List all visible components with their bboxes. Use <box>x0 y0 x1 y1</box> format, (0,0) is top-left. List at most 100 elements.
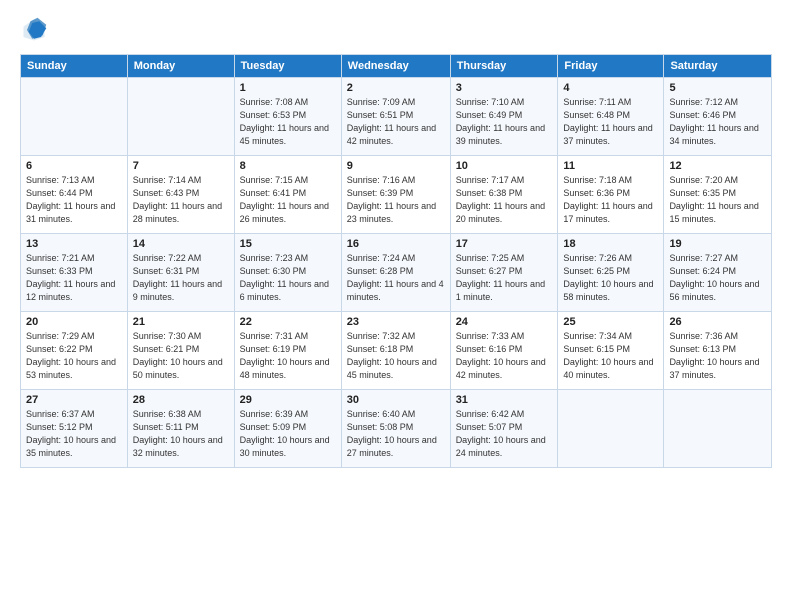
day-info: Sunrise: 6:38 AM Sunset: 5:11 PM Dayligh… <box>133 408 229 460</box>
calendar-cell <box>127 78 234 156</box>
day-number: 15 <box>240 238 336 250</box>
calendar-week-row: 13Sunrise: 7:21 AM Sunset: 6:33 PM Dayli… <box>21 234 772 312</box>
calendar-cell: 23 Sunrise: 7:32 AM Sunset: 6:18 PM Dayli… <box>341 312 450 390</box>
page: SundayMondayTuesdayWednesdayThursdayFrid… <box>0 0 792 612</box>
calendar-cell: 3 Sunrise: 7:10 AM Sunset: 6:49 PM Daylig… <box>450 78 558 156</box>
day-info: Sunrise: 7:13 AM Sunset: 6:44 PM Dayligh… <box>26 174 122 226</box>
calendar-cell: 26 Sunrise: 7:36 AM Sunset: 6:13 PM Dayli… <box>664 312 772 390</box>
calendar-cell <box>21 78 128 156</box>
day-number: 22 <box>240 316 336 328</box>
day-number: 30 <box>347 394 445 406</box>
calendar-cell: 17 Sunrise: 7:25 AM Sunset: 6:27 PM Dayli… <box>450 234 558 312</box>
calendar-cell: 12 Sunrise: 7:20 AM Sunset: 6:35 PM Dayli… <box>664 156 772 234</box>
day-info: Sunrise: 7:34 AM Sunset: 6:15 PM Dayligh… <box>563 330 658 382</box>
day-number: 23 <box>347 316 445 328</box>
day-number: 4 <box>563 82 658 94</box>
day-number: 6 <box>26 160 122 172</box>
calendar-week-row: 6 Sunrise: 7:13 AM Sunset: 6:44 PM Daylig… <box>21 156 772 234</box>
day-info: Sunrise: 7:23 AM Sunset: 6:30 PM Dayligh… <box>240 252 336 304</box>
day-number: 17 <box>456 238 553 250</box>
calendar-week-row: 1 Sunrise: 7:08 AM Sunset: 6:53 PM Daylig… <box>21 78 772 156</box>
calendar-cell: 6 Sunrise: 7:13 AM Sunset: 6:44 PM Daylig… <box>21 156 128 234</box>
logo <box>20 16 52 44</box>
calendar-cell: 15 Sunrise: 7:23 AM Sunset: 6:30 PM Dayli… <box>234 234 341 312</box>
calendar-cell: 30 Sunrise: 6:40 AM Sunset: 5:08 PM Dayli… <box>341 390 450 468</box>
calendar-cell: 20Sunrise: 7:29 AM Sunset: 6:22 PM Dayli… <box>21 312 128 390</box>
calendar-cell: 21 Sunrise: 7:30 AM Sunset: 6:21 PM Dayli… <box>127 312 234 390</box>
day-number: 2 <box>347 82 445 94</box>
calendar-cell: 24 Sunrise: 7:33 AM Sunset: 6:16 PM Dayli… <box>450 312 558 390</box>
day-info: Sunrise: 7:26 AM Sunset: 6:25 PM Dayligh… <box>563 252 658 304</box>
day-number: 9 <box>347 160 445 172</box>
day-number: 11 <box>563 160 658 172</box>
calendar-cell: 10 Sunrise: 7:17 AM Sunset: 6:38 PM Dayli… <box>450 156 558 234</box>
day-number: 25 <box>563 316 658 328</box>
day-number: 16 <box>347 238 445 250</box>
day-info: Sunrise: 6:42 AM Sunset: 5:07 PM Dayligh… <box>456 408 553 460</box>
day-number: 27 <box>26 394 122 406</box>
day-number: 18 <box>563 238 658 250</box>
day-number: 24 <box>456 316 553 328</box>
day-number: 10 <box>456 160 553 172</box>
day-info: Sunrise: 7:31 AM Sunset: 6:19 PM Dayligh… <box>240 330 336 382</box>
day-info: Sunrise: 7:08 AM Sunset: 6:53 PM Dayligh… <box>240 96 336 148</box>
day-info: Sunrise: 7:20 AM Sunset: 6:35 PM Dayligh… <box>669 174 766 226</box>
day-info: Sunrise: 7:22 AM Sunset: 6:31 PM Dayligh… <box>133 252 229 304</box>
weekday-header: Saturday <box>664 55 772 78</box>
calendar-cell: 8Sunrise: 7:15 AM Sunset: 6:41 PM Daylig… <box>234 156 341 234</box>
day-info: Sunrise: 7:25 AM Sunset: 6:27 PM Dayligh… <box>456 252 553 304</box>
day-info: Sunrise: 6:37 AM Sunset: 5:12 PM Dayligh… <box>26 408 122 460</box>
logo-icon <box>20 16 48 44</box>
calendar-cell: 22 Sunrise: 7:31 AM Sunset: 6:19 PM Dayli… <box>234 312 341 390</box>
calendar-cell: 18 Sunrise: 7:26 AM Sunset: 6:25 PM Dayli… <box>558 234 664 312</box>
day-info: Sunrise: 6:40 AM Sunset: 5:08 PM Dayligh… <box>347 408 445 460</box>
day-info: Sunrise: 7:12 AM Sunset: 6:46 PM Dayligh… <box>669 96 766 148</box>
day-number: 13 <box>26 238 122 250</box>
calendar-cell: 28Sunrise: 6:38 AM Sunset: 5:11 PM Dayli… <box>127 390 234 468</box>
weekday-header: Tuesday <box>234 55 341 78</box>
day-info: Sunrise: 7:36 AM Sunset: 6:13 PM Dayligh… <box>669 330 766 382</box>
day-info: Sunrise: 7:16 AM Sunset: 6:39 PM Dayligh… <box>347 174 445 226</box>
day-number: 19 <box>669 238 766 250</box>
day-number: 12 <box>669 160 766 172</box>
day-number: 3 <box>456 82 553 94</box>
day-info: Sunrise: 7:33 AM Sunset: 6:16 PM Dayligh… <box>456 330 553 382</box>
day-info: Sunrise: 6:39 AM Sunset: 5:09 PM Dayligh… <box>240 408 336 460</box>
day-info: Sunrise: 7:10 AM Sunset: 6:49 PM Dayligh… <box>456 96 553 148</box>
calendar-cell <box>558 390 664 468</box>
calendar-cell: 19Sunrise: 7:27 AM Sunset: 6:24 PM Dayli… <box>664 234 772 312</box>
day-number: 26 <box>669 316 766 328</box>
calendar-cell: 11 Sunrise: 7:18 AM Sunset: 6:36 PM Dayli… <box>558 156 664 234</box>
calendar-cell <box>664 390 772 468</box>
calendar-cell: 29 Sunrise: 6:39 AM Sunset: 5:09 PM Dayli… <box>234 390 341 468</box>
header-row: SundayMondayTuesdayWednesdayThursdayFrid… <box>21 55 772 78</box>
day-info: Sunrise: 7:24 AM Sunset: 6:28 PM Dayligh… <box>347 252 445 304</box>
calendar-cell: 7 Sunrise: 7:14 AM Sunset: 6:43 PM Daylig… <box>127 156 234 234</box>
calendar-cell: 1 Sunrise: 7:08 AM Sunset: 6:53 PM Daylig… <box>234 78 341 156</box>
calendar-week-row: 20Sunrise: 7:29 AM Sunset: 6:22 PM Dayli… <box>21 312 772 390</box>
day-info: Sunrise: 7:11 AM Sunset: 6:48 PM Dayligh… <box>563 96 658 148</box>
calendar-cell: 2 Sunrise: 7:09 AM Sunset: 6:51 PM Daylig… <box>341 78 450 156</box>
day-info: Sunrise: 7:17 AM Sunset: 6:38 PM Dayligh… <box>456 174 553 226</box>
weekday-header: Monday <box>127 55 234 78</box>
day-number: 8 <box>240 160 336 172</box>
day-number: 31 <box>456 394 553 406</box>
calendar-cell: 5Sunrise: 7:12 AM Sunset: 6:46 PM Daylig… <box>664 78 772 156</box>
day-info: Sunrise: 7:18 AM Sunset: 6:36 PM Dayligh… <box>563 174 658 226</box>
day-info: Sunrise: 7:32 AM Sunset: 6:18 PM Dayligh… <box>347 330 445 382</box>
day-number: 1 <box>240 82 336 94</box>
weekday-header: Thursday <box>450 55 558 78</box>
day-number: 21 <box>133 316 229 328</box>
day-number: 29 <box>240 394 336 406</box>
day-number: 14 <box>133 238 229 250</box>
day-info: Sunrise: 7:14 AM Sunset: 6:43 PM Dayligh… <box>133 174 229 226</box>
weekday-header: Sunday <box>21 55 128 78</box>
calendar-cell: 25 Sunrise: 7:34 AM Sunset: 6:15 PM Dayli… <box>558 312 664 390</box>
day-number: 7 <box>133 160 229 172</box>
day-info: Sunrise: 7:09 AM Sunset: 6:51 PM Dayligh… <box>347 96 445 148</box>
calendar-cell: 4 Sunrise: 7:11 AM Sunset: 6:48 PM Daylig… <box>558 78 664 156</box>
weekday-header: Friday <box>558 55 664 78</box>
header <box>20 16 772 44</box>
calendar-cell: 9 Sunrise: 7:16 AM Sunset: 6:39 PM Daylig… <box>341 156 450 234</box>
day-info: Sunrise: 7:30 AM Sunset: 6:21 PM Dayligh… <box>133 330 229 382</box>
